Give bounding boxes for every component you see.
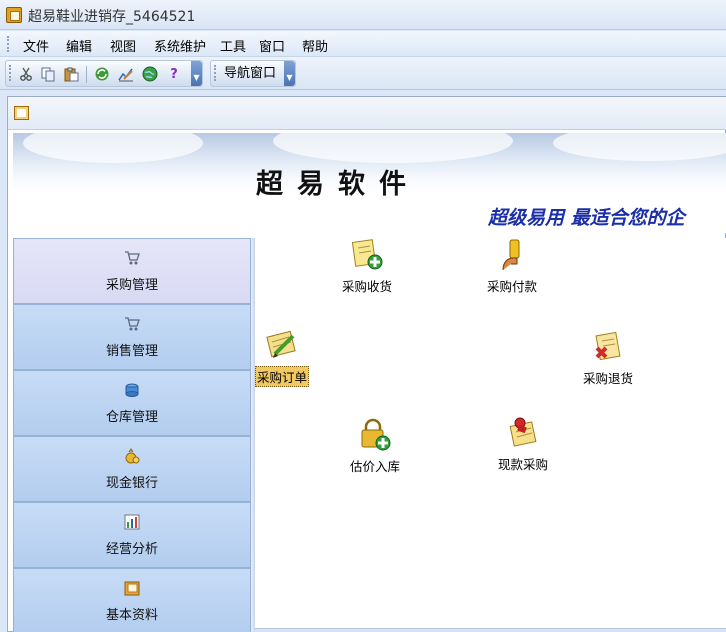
- function-purchase-receipt[interactable]: 采购收货: [342, 238, 392, 295]
- menu-view[interactable]: 视图: [110, 36, 136, 55]
- menu-file[interactable]: 文件: [23, 36, 49, 55]
- toolbar-separator: [86, 66, 87, 83]
- mdi-child-window: 超易软件 超级易用 最适合您的企 采购管理 销售管理 仓库管理 现金银行 经营分…: [7, 96, 726, 632]
- nav-window-button[interactable]: 导航窗口: [224, 62, 276, 81]
- nav-item-label: 基本资料: [105, 607, 158, 623]
- workspace-bottom-edge: [255, 628, 726, 632]
- function-estimated-stock-in[interactable]: 估价入库: [350, 418, 400, 475]
- function-label: 采购付款: [487, 279, 538, 294]
- menu-window[interactable]: 窗口: [259, 36, 285, 55]
- window-title: 超易鞋业进销存_5464521: [28, 9, 196, 25]
- menu-help[interactable]: 帮助: [302, 36, 328, 55]
- globe-icon[interactable]: [142, 66, 158, 82]
- nav-item-business-analysis[interactable]: 经营分析: [13, 502, 251, 568]
- menu-system-maintenance[interactable]: 系统维护: [154, 36, 206, 55]
- cart-icon: [124, 250, 140, 266]
- order-pencil-icon: [265, 328, 299, 362]
- nav-toolbar-overflow-chevron-icon[interactable]: ▼: [284, 61, 295, 86]
- nav-item-purchase-management[interactable]: 采购管理: [13, 238, 251, 304]
- document-delete-icon: [591, 330, 625, 364]
- cut-icon[interactable]: [18, 66, 34, 82]
- banner-slogan: 超级易用 最适合您的企: [488, 207, 685, 229]
- banner: 超易软件 超级易用 最适合您的企: [13, 133, 726, 233]
- chart-edit-icon[interactable]: [118, 66, 134, 82]
- help-icon[interactable]: ?: [166, 66, 182, 82]
- nav-item-label: 仓库管理: [105, 409, 158, 425]
- copy-icon[interactable]: [40, 66, 56, 82]
- money-bag-icon: [124, 447, 140, 464]
- standard-toolbar: ? ▼: [5, 60, 203, 87]
- document-icon[interactable]: [14, 106, 29, 120]
- nav-item-label: 现金银行: [105, 475, 158, 491]
- app-icon: [6, 7, 22, 23]
- function-workspace: 采购收货 采购付款 采购订单 采购退货 估价入库 现款采购: [255, 238, 726, 632]
- nav-item-cash-bank[interactable]: 现金银行: [13, 436, 251, 502]
- banner-cloud: [273, 133, 513, 163]
- payment-hand-icon: [495, 238, 529, 272]
- function-label: 现款采购: [498, 457, 549, 472]
- paste-icon[interactable]: [63, 66, 79, 82]
- banner-cloud: [23, 133, 203, 163]
- cart-icon: [124, 316, 140, 332]
- menu-bar: 文件 编辑 视图 系统维护 工具 窗口 帮助: [0, 31, 726, 57]
- function-label: 采购退货: [583, 371, 634, 386]
- menu-grip-handle[interactable]: [7, 36, 10, 52]
- function-purchase-order[interactable]: 采购订单: [255, 328, 310, 387]
- function-label: 采购订单: [255, 366, 310, 387]
- module-nav: 采购管理 销售管理 仓库管理 现金银行 经营分析 基本资料: [13, 238, 251, 632]
- nav-toolbar-grip-handle[interactable]: [214, 65, 217, 81]
- lock-add-icon: [358, 418, 392, 452]
- title-bar: 超易鞋业进销存_5464521: [0, 0, 726, 30]
- banner-cloud: [553, 133, 726, 161]
- nav-item-sales-management[interactable]: 销售管理: [13, 304, 251, 370]
- menu-edit[interactable]: 编辑: [66, 36, 92, 55]
- nav-item-warehouse-management[interactable]: 仓库管理: [13, 370, 251, 436]
- toolbar-grip-handle[interactable]: [9, 65, 12, 81]
- menu-tools[interactable]: 工具: [220, 36, 246, 55]
- folder-icon: [124, 580, 140, 596]
- toolbar: ? ▼ ▼ 导航窗口: [0, 57, 726, 90]
- nav-item-basic-data[interactable]: 基本资料: [13, 568, 251, 632]
- bar-chart-icon: [124, 514, 140, 530]
- mdi-header: [8, 97, 726, 130]
- warehouse-icon: [124, 382, 140, 398]
- function-label: 估价入库: [350, 459, 401, 474]
- document-add-icon: [350, 238, 384, 272]
- banner-title: 超易软件: [256, 169, 420, 200]
- nav-item-label: 采购管理: [105, 277, 158, 293]
- function-label: 采购收货: [342, 279, 393, 294]
- nav-item-label: 经营分析: [105, 541, 158, 557]
- nav-item-label: 销售管理: [105, 343, 158, 359]
- toolbar-overflow-chevron-icon[interactable]: ▼: [191, 61, 202, 86]
- function-purchase-payment[interactable]: 采购付款: [487, 238, 537, 295]
- function-purchase-return[interactable]: 采购退货: [583, 330, 633, 387]
- refresh-icon[interactable]: [94, 66, 110, 82]
- cash-purchase-icon: [506, 416, 540, 450]
- function-cash-purchase[interactable]: 现款采购: [498, 416, 548, 473]
